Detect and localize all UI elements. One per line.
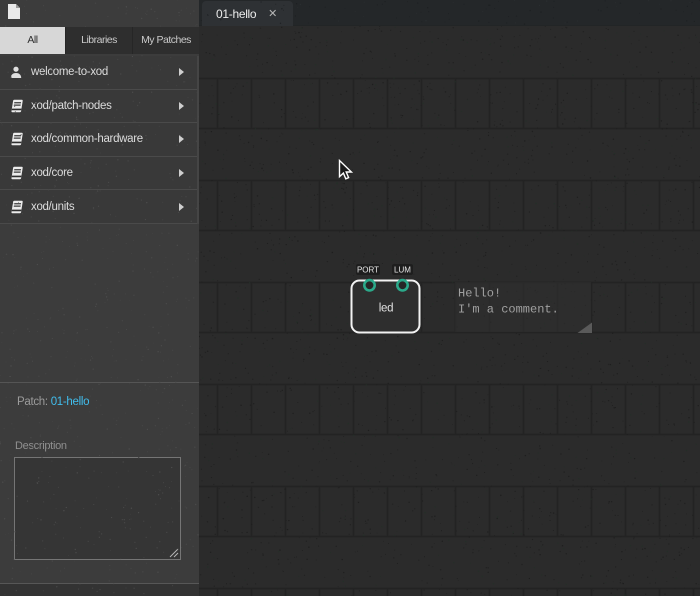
svg-text:LUM: LUM (394, 266, 411, 275)
svg-text:Hello!: Hello! (458, 287, 501, 301)
svg-text:PORT: PORT (357, 266, 379, 275)
svg-text:led: led (379, 303, 393, 315)
svg-text:I'm a comment.: I'm a comment. (458, 303, 559, 317)
